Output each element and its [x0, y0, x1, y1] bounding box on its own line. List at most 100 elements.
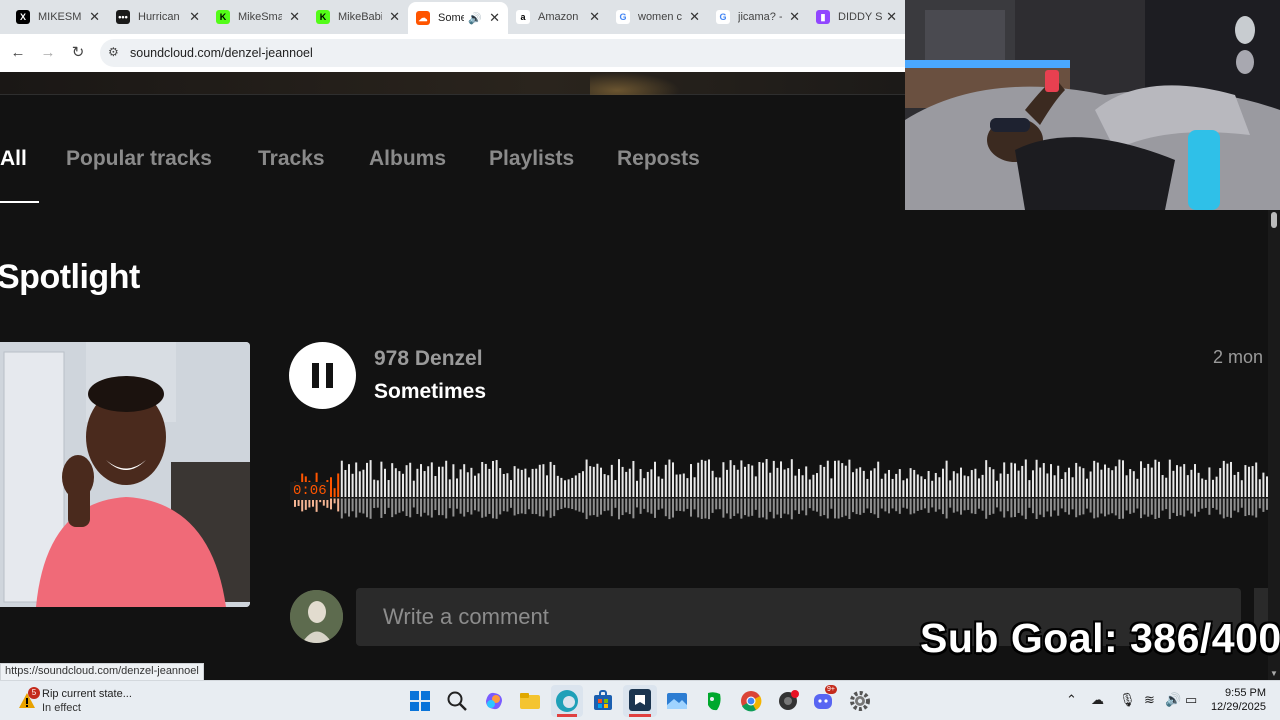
- search-icon[interactable]: [445, 689, 469, 713]
- discord-icon[interactable]: 9+: [812, 685, 837, 713]
- waveform-reflection-bar: [531, 498, 534, 514]
- store-icon[interactable]: [591, 689, 615, 713]
- waveform-bar: [1233, 474, 1236, 497]
- waveform-bar: [1006, 473, 1009, 497]
- waveform-bar: [463, 464, 466, 497]
- waveform-bar: [999, 473, 1002, 497]
- waveform-bar: [787, 468, 790, 497]
- tab-playlists[interactable]: Playlists: [489, 147, 574, 171]
- weather-widget[interactable]: 5 Rip current state... In effect: [18, 687, 148, 717]
- clock[interactable]: 9:55 PM 12/29/2025: [1208, 686, 1266, 714]
- pause-button[interactable]: [289, 342, 356, 409]
- copilot-icon[interactable]: [482, 689, 506, 713]
- close-tab-icon[interactable]: ✕: [489, 10, 500, 26]
- address-bar[interactable]: ⚙ soundcloud.com/denzel-jeannoel: [100, 39, 905, 67]
- tab-reposts[interactable]: Reposts: [617, 147, 700, 171]
- tab-all[interactable]: All: [0, 147, 27, 171]
- waveform-bar: [355, 462, 358, 497]
- taskbar-app-active[interactable]: [551, 685, 583, 717]
- windows-start-icon[interactable]: [408, 689, 432, 713]
- capture-app-icon[interactable]: [776, 689, 800, 713]
- evernote-icon[interactable]: [702, 689, 726, 713]
- close-tab-icon[interactable]: ✕: [789, 9, 800, 25]
- user-avatar[interactable]: [290, 590, 343, 643]
- microphone-icon[interactable]: 🎙: [1119, 692, 1136, 708]
- close-tab-icon[interactable]: ✕: [886, 9, 897, 25]
- scrollbar-thumb[interactable]: [1271, 212, 1277, 228]
- speaker-icon[interactable]: 🔊: [468, 12, 482, 25]
- cloud-off-icon[interactable]: ☁: [1091, 692, 1104, 708]
- browser-tab[interactable]: K MikeSma ✕: [208, 4, 308, 30]
- waveform-bar: [1212, 479, 1214, 497]
- browser-tab[interactable]: ▮ DIDDY S ✕: [808, 4, 905, 30]
- track-artwork[interactable]: [0, 342, 250, 607]
- chrome-icon[interactable]: [739, 689, 763, 713]
- tab-albums[interactable]: Albums: [369, 147, 446, 171]
- waveform-reflection-bar: [1258, 498, 1261, 509]
- soundcloud-icon: ☁: [416, 11, 430, 25]
- waveform-bar: [1222, 460, 1225, 497]
- waveform[interactable]: [292, 437, 1268, 532]
- waveform-bar: [898, 469, 901, 497]
- waveform-bar: [553, 464, 556, 497]
- address-url: soundcloud.com/denzel-jeannoel: [130, 46, 313, 60]
- photos-icon[interactable]: [665, 689, 689, 713]
- taskbar-app-obs[interactable]: [623, 685, 657, 717]
- profile-banner: [0, 72, 905, 95]
- close-tab-icon[interactable]: ✕: [289, 9, 300, 25]
- battery-icon[interactable]: ▭: [1185, 692, 1197, 708]
- wifi-icon[interactable]: ≋: [1144, 692, 1155, 708]
- close-tab-icon[interactable]: ✕: [189, 9, 200, 25]
- waveform-reflection-bar: [1240, 498, 1243, 508]
- dots-icon: •••: [116, 10, 130, 24]
- waveform-reflection-bar: [776, 498, 779, 515]
- browser-tab[interactable]: K MikeBabi ✕: [308, 4, 408, 30]
- scroll-down-icon[interactable]: ▼: [1270, 669, 1278, 678]
- waveform-reflection-bar: [405, 498, 408, 517]
- chevron-up-icon[interactable]: ⌃: [1066, 692, 1077, 708]
- waveform-bar: [1240, 480, 1243, 497]
- volume-icon[interactable]: 🔊: [1165, 692, 1181, 708]
- close-tab-icon[interactable]: ✕: [689, 9, 700, 25]
- waveform-reflection-bar: [1222, 498, 1225, 519]
- track-artist[interactable]: 978 Denzel: [374, 347, 483, 371]
- waveform-bar: [711, 470, 714, 497]
- tab-tracks[interactable]: Tracks: [258, 147, 325, 171]
- waveform-reflection-bar: [1032, 498, 1034, 514]
- close-tab-icon[interactable]: ✕: [89, 9, 100, 25]
- waveform-bar: [949, 480, 952, 497]
- browser-tab-active[interactable]: ☁ Some 🔊 ✕: [408, 2, 508, 34]
- waveform-bar: [722, 462, 725, 497]
- tab-popular-tracks[interactable]: Popular tracks: [66, 147, 212, 171]
- waveform-bar: [751, 465, 754, 497]
- waveform-reflection-bar: [574, 498, 577, 511]
- waveform-bar: [852, 472, 854, 497]
- page-scrollbar[interactable]: ▼: [1268, 210, 1280, 680]
- site-info-icon[interactable]: ⚙: [108, 45, 119, 59]
- waveform-bar: [758, 462, 761, 497]
- track-title[interactable]: Sometimes: [374, 380, 486, 404]
- file-explorer-icon[interactable]: [518, 689, 542, 713]
- browser-tab[interactable]: X MIKESM ✕: [8, 4, 108, 30]
- reload-icon[interactable]: ↻: [68, 43, 88, 63]
- waveform-bar: [1039, 467, 1042, 497]
- back-icon[interactable]: ←: [8, 43, 28, 63]
- browser-tab[interactable]: ••• Hurrican ✕: [108, 4, 208, 30]
- waveform-reflection-bar: [1035, 498, 1038, 519]
- settings-icon[interactable]: [848, 689, 872, 713]
- webcam-overlay: [905, 0, 1280, 210]
- waveform-bar: [963, 475, 966, 497]
- forward-icon[interactable]: →: [38, 43, 58, 63]
- stream-app-icon: [629, 689, 651, 717]
- waveform-bar: [376, 480, 379, 497]
- browser-tab[interactable]: a Amazon ✕: [508, 4, 608, 30]
- waveform-bar: [1021, 465, 1024, 497]
- waveform-bar: [686, 478, 689, 497]
- close-tab-icon[interactable]: ✕: [589, 9, 600, 25]
- waveform-bar: [1053, 475, 1056, 497]
- close-tab-icon[interactable]: ✕: [389, 9, 400, 25]
- waveform-reflection-bar: [664, 498, 667, 517]
- waveform-reflection-bar: [693, 498, 696, 510]
- browser-tab[interactable]: G jicama? - ✕: [708, 4, 808, 30]
- browser-tab[interactable]: G women c ✕: [608, 4, 708, 30]
